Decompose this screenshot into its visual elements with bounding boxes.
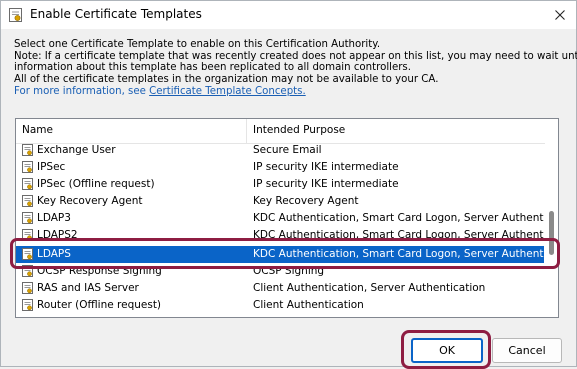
more-info-line: For more information, see Certificate Te… (14, 86, 569, 98)
certificate-template-icon (22, 144, 34, 157)
dialog-window: Enable Certificate Templates Select one … (0, 0, 577, 369)
description-line: All of the certificate templates in the … (14, 74, 439, 86)
title-bar[interactable]: Enable Certificate Templates (1, 1, 576, 29)
scrollbar-thumb[interactable] (549, 211, 554, 255)
template-name: Key Recovery Agent (37, 195, 143, 207)
column-divider[interactable] (246, 119, 247, 143)
table-row[interactable]: RAS and IAS Server Client Authentication,… (16, 280, 544, 297)
table-row[interactable]: OCSP Response Signing OCSP Signing (16, 263, 544, 280)
template-purpose: IP security IKE intermediate (253, 178, 399, 190)
certificate-template-icon (22, 178, 34, 191)
vertical-scrollbar[interactable] (545, 143, 558, 317)
more-info-prefix: For more information, see (14, 85, 150, 97)
template-purpose: Client Authentication, Server Authentica… (253, 282, 486, 294)
template-name: RAS and IAS Server (37, 282, 139, 294)
certificate-template-icon (22, 265, 34, 278)
certificate-template-icon (22, 195, 34, 208)
table-row[interactable]: Router (Offline request) Client Authentic… (16, 297, 544, 314)
template-name: OCSP Response Signing (37, 265, 162, 277)
template-name: IPSec (Offline request) (37, 178, 155, 190)
certificate-template-icon (22, 229, 34, 242)
certificate-template-icon (22, 161, 34, 174)
window-title: Enable Certificate Templates (30, 7, 202, 21)
template-name: LDAPS (37, 248, 71, 260)
template-name: Exchange User (37, 144, 116, 156)
template-purpose: KDC Authentication, Smart Card Logon, Se… (253, 229, 544, 241)
certificate-icon (9, 8, 22, 22)
table-row[interactable]: IPSec IP security IKE intermediate (16, 159, 544, 176)
template-purpose: Secure Email (253, 144, 322, 156)
template-purpose: KDC Authentication, Smart Card Logon, Se… (253, 248, 544, 260)
template-name: Router (Offline request) (37, 299, 162, 311)
description-line: Note: If a certificate template that was… (14, 50, 577, 62)
template-concepts-link[interactable]: Certificate Template Concepts. (149, 86, 306, 97)
certificate-template-icon (22, 299, 34, 312)
template-name: LDAPS2 (37, 229, 78, 241)
list-rows: Exchange User Secure Email IPSec IP securit… (16, 143, 544, 317)
certificate-template-icon (22, 212, 34, 225)
table-row-selected[interactable]: LDAPS KDC Authentication, Smart Card Logo… (16, 246, 544, 263)
description-text: Select one Certificate Template to enabl… (14, 39, 577, 98)
template-list[interactable]: Name Intended Purpose Exchange User Secur… (15, 118, 559, 318)
column-header-name[interactable]: Name (22, 124, 53, 136)
list-header: Name Intended Purpose (16, 119, 558, 144)
template-purpose: KDC Authentication, Smart Card Logon, Se… (253, 212, 544, 224)
close-button[interactable] (550, 5, 570, 24)
template-purpose: Client Authentication (253, 299, 364, 311)
description-line: Select one Certificate Template to enabl… (14, 39, 381, 50)
certificate-template-icon (22, 282, 34, 295)
template-name: LDAP3 (37, 212, 71, 224)
certificate-template-icon (22, 248, 34, 261)
column-header-purpose[interactable]: Intended Purpose (253, 124, 345, 136)
table-row[interactable]: LDAP3 KDC Authentication, Smart Card Logo… (16, 210, 544, 227)
template-purpose: Key Recovery Agent (253, 195, 359, 207)
template-name: IPSec (37, 161, 66, 173)
close-icon (555, 9, 565, 20)
table-row[interactable]: Key Recovery Agent Key Recovery Agent (16, 193, 544, 210)
table-row[interactable]: Exchange User Secure Email (16, 143, 544, 159)
table-row[interactable]: IPSec (Offline request) IP security IKE i… (16, 176, 544, 193)
table-row[interactable]: LDAPS2 KDC Authentication, Smart Card Log… (16, 227, 544, 244)
template-purpose: IP security IKE intermediate (253, 161, 399, 173)
cancel-button[interactable]: Cancel (492, 338, 562, 363)
description-line: information about this template has been… (14, 62, 411, 74)
template-purpose: OCSP Signing (253, 265, 325, 277)
ok-button[interactable]: OK (411, 338, 483, 363)
